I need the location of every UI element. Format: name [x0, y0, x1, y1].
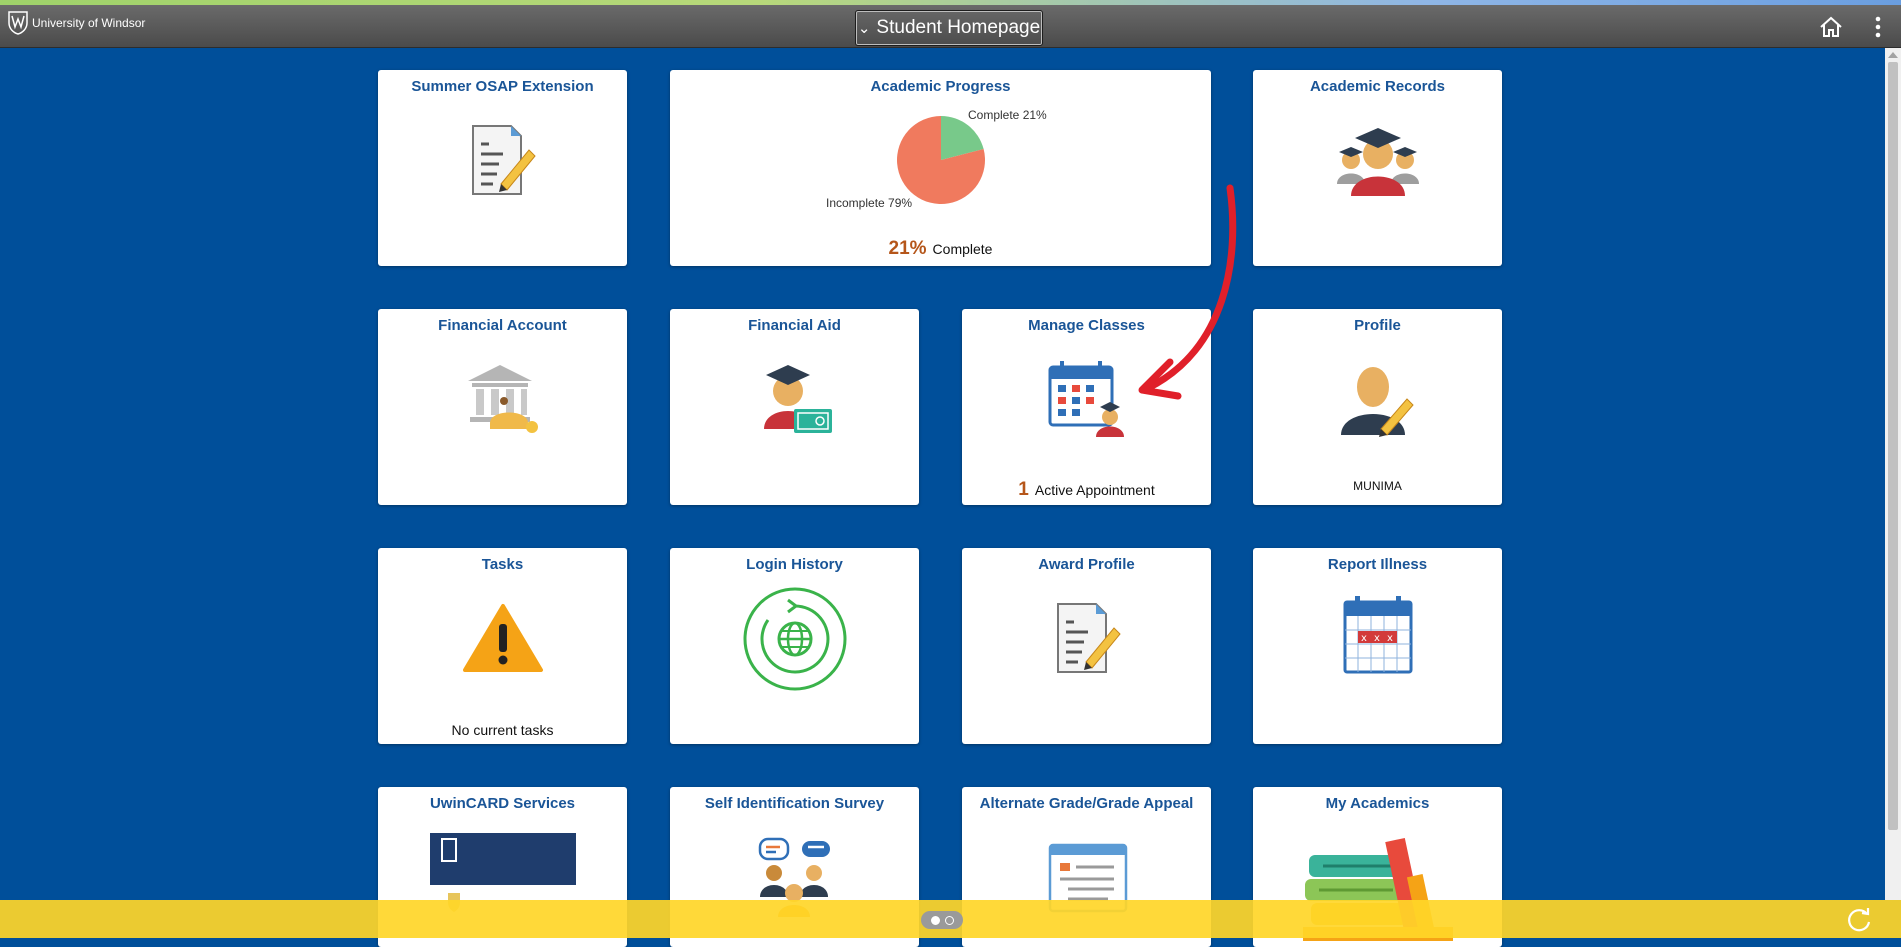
bank-icon	[468, 365, 538, 433]
tile-manage-classes[interactable]: Manage Classes 1 Active Appointment	[962, 309, 1211, 505]
page-indicator[interactable]	[921, 911, 963, 929]
university-logo[interactable]: University of Windsor	[8, 11, 145, 35]
tile-award-profile[interactable]: Award Profile	[962, 548, 1211, 744]
tile-title: Alternate Grade/Grade Appeal	[979, 795, 1194, 812]
tile-title: Summer OSAP Extension	[411, 78, 594, 95]
tile-title: Tasks	[481, 556, 524, 573]
progress-pie-chart	[897, 116, 985, 204]
tile-financial-account[interactable]: Financial Account	[378, 309, 627, 505]
svg-text:x: x	[1361, 633, 1367, 644]
tile-report-illness[interactable]: Report Illness xxx	[1253, 548, 1502, 744]
tile-title: Financial Account	[438, 317, 567, 334]
tasks-status: No current tasks	[451, 722, 554, 738]
tile-title: Self Identification Survey	[704, 795, 885, 812]
appointment-label: Active Appointment	[1034, 482, 1155, 498]
appointment-count: 1	[1018, 479, 1029, 500]
svg-text:x: x	[1387, 633, 1393, 644]
tile-summer-osap-extension[interactable]: Summer OSAP Extension	[378, 70, 627, 266]
kebab-menu-icon[interactable]	[1870, 14, 1886, 40]
tile-title: Academic Records	[1309, 78, 1446, 95]
header-bar: University of Windsor ⌄ Student Homepage	[0, 5, 1901, 48]
tile-title: Login History	[746, 556, 843, 573]
scroll-up-arrow-icon[interactable]	[1888, 52, 1898, 58]
tile-title: Financial Aid	[748, 317, 841, 334]
tile-title: Profile	[1354, 317, 1401, 334]
page-dot-1[interactable]	[930, 915, 940, 925]
chevron-down-icon: ⌄	[857, 20, 871, 37]
progress-summary: 21% Complete	[670, 238, 1211, 260]
profile-edit-icon	[1341, 367, 1414, 437]
page-dot-2[interactable]	[944, 915, 954, 925]
home-icon[interactable]	[1818, 14, 1844, 40]
page-title: Student Homepage	[876, 17, 1041, 38]
tile-profile[interactable]: Profile MUNIMA	[1253, 309, 1502, 505]
tile-login-history[interactable]: Login History	[670, 548, 919, 744]
pie-label-incomplete: Incomplete 79%	[826, 196, 913, 210]
progress-label: Complete	[932, 241, 993, 257]
calendar-x-icon: xxx	[1343, 596, 1413, 674]
tile-academic-records[interactable]: Academic Records	[1253, 70, 1502, 266]
tile-title: My Academics	[1325, 795, 1430, 812]
scrollbar-thumb[interactable]	[1888, 62, 1898, 830]
document-edit-icon	[1057, 603, 1121, 673]
graduates-icon	[1337, 128, 1419, 196]
progress-percent: 21%	[888, 238, 927, 259]
appointment-summary: 1 Active Appointment	[962, 479, 1211, 501]
document-edit-icon	[472, 125, 536, 195]
brand-text: University of Windsor	[32, 16, 146, 30]
shield-logo-icon	[8, 11, 28, 35]
profile-username: MUNIMA	[1353, 479, 1402, 493]
warning-icon	[463, 604, 543, 672]
pie-label-complete: Complete 21%	[968, 108, 1047, 122]
tile-title: Report Illness	[1327, 556, 1428, 573]
tile-financial-aid[interactable]: Financial Aid	[670, 309, 919, 505]
tile-title: UwinCARD Services	[429, 795, 576, 812]
tile-academic-progress[interactable]: Academic Progress Complete 21% Incomplet…	[670, 70, 1211, 266]
tile-tasks[interactable]: Tasks No current tasks	[378, 548, 627, 744]
calendar-graduate-icon	[1048, 361, 1124, 437]
homepage-selector-button[interactable]: ⌄ Student Homepage	[855, 10, 1043, 46]
svg-text:x: x	[1374, 633, 1380, 644]
refresh-icon[interactable]	[1845, 906, 1873, 934]
graduate-card-icon	[764, 365, 832, 433]
tile-title: Academic Progress	[870, 78, 1011, 95]
globe-history-icon	[743, 587, 847, 691]
tile-title: Award Profile	[1038, 556, 1135, 573]
tile-title: Manage Classes	[1028, 317, 1145, 334]
